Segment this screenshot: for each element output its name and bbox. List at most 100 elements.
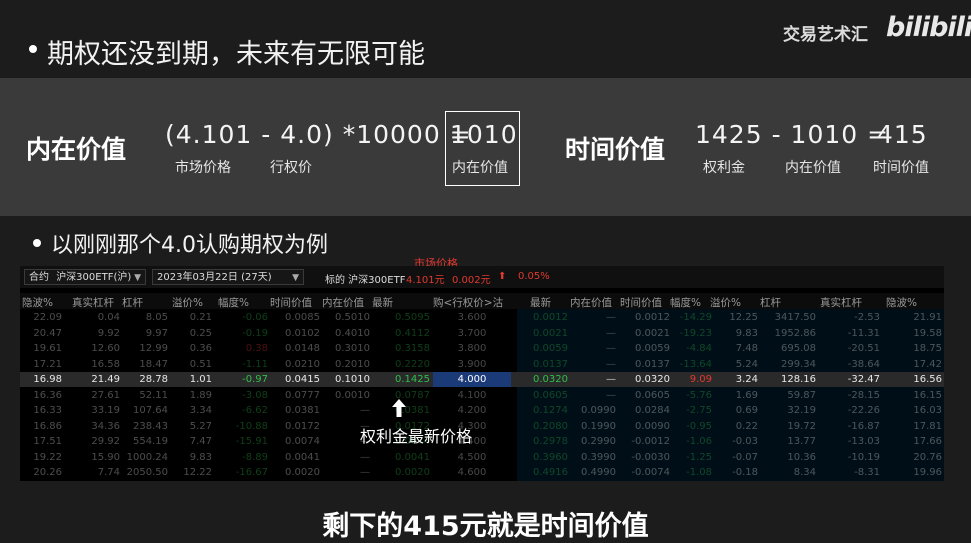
strike-cell: 4.100 (457, 389, 487, 401)
table-cell: -4.84 (686, 343, 712, 354)
table-cell: 19.61 (33, 343, 62, 354)
table-cell: 17.51 (33, 436, 62, 447)
table-cell: 2050.50 (126, 467, 168, 478)
table-cell: 0.5095 (395, 312, 430, 323)
table-cell: — (606, 358, 616, 370)
table-cell: -0.06 (242, 312, 268, 323)
table-cell: 0.0041 (285, 451, 320, 463)
col-header[interactable]: 最新 (530, 295, 551, 310)
col-header[interactable]: 幅度% (670, 295, 701, 310)
table-cell: -14.29 (679, 312, 712, 323)
heading-1: 期权还没到期，未来有无限可能 (47, 39, 425, 70)
col-header[interactable]: 时间价值 (270, 295, 312, 310)
col-header[interactable]: 隐波% (886, 295, 917, 310)
table-cell: — (606, 374, 616, 385)
table-row[interactable]: 16.86 34.36 238.43 5.27 -10.88 0.0172—0.0172 4… (20, 419, 944, 434)
table-cell: 18.47 (139, 358, 168, 370)
col-header[interactable]: 内在价值 (570, 295, 612, 310)
table-row[interactable]: 20.26 7.74 2050.50 12.22 -16.67 0.0020 — 0.0020… (20, 465, 944, 480)
table-cell: 13.77 (787, 436, 816, 447)
table-cell: 16.15 (913, 389, 942, 401)
table-cell: 1000.24 (126, 451, 168, 463)
table-cell: 1.69 (735, 389, 758, 401)
table-cell: -16.67 (235, 467, 268, 478)
table-row[interactable]: 17.21 16.58 18.47 0.51 -1.11 0.0210 0.2010 0.22… (20, 357, 944, 372)
table-cell: 28.78 (139, 374, 168, 385)
table-cell: 107.64 (133, 405, 168, 416)
col-header[interactable]: 内在价值 (322, 295, 364, 310)
table-row[interactable]: 19.22 15.90 1000.24 9.83 -8.89 0.0041 — 0.0041 4… (20, 450, 944, 465)
table-cell: -0.07 (732, 451, 758, 463)
table-cell: 0.0090 (635, 420, 670, 432)
table-cell: 0.1010 (335, 374, 370, 385)
col-header[interactable]: 最新 (372, 295, 393, 310)
table-cell: 0.69 (735, 405, 758, 416)
label-premium: 权利金 (703, 160, 745, 176)
table-cell: 0.1990 (581, 420, 616, 432)
table-cell: 0.4916 (533, 467, 568, 478)
table-cell: -0.0074 (631, 467, 670, 478)
bullet-1 (29, 45, 37, 53)
underlying-pct: 0.05% (518, 271, 550, 282)
expiry-select[interactable]: 2023年03月22日 (27天) ▼ (152, 269, 304, 285)
strike-cell: 3.800 (457, 343, 487, 354)
subtitle-caption: 剩下的415元就是时间价值 (322, 511, 649, 542)
table-row[interactable]: 16.36 27.61 52.11 1.89 -3.08 0.0777 0.0010 0.07… (20, 388, 944, 403)
table-cell: 0.0284 (635, 405, 670, 416)
table-cell: 1952.86 (774, 327, 816, 339)
table-row[interactable]: 16.98 21.49 28.78 1.01 -0.97 0.0415 0.1010 0.14… (20, 372, 944, 388)
col-header[interactable]: 真实杠杆 (72, 295, 114, 310)
table-cell: 0.0605 (635, 389, 670, 401)
contract-prefix: 合约 (29, 272, 49, 283)
table-cell: 554.19 (133, 436, 168, 447)
table-cell: 7.74 (97, 467, 120, 478)
table-cell: 0.36 (189, 343, 212, 354)
col-header[interactable]: 幅度% (218, 295, 249, 310)
table-cell: 16.36 (33, 389, 62, 401)
col-header[interactable]: 杠杆 (122, 295, 143, 310)
table-row[interactable]: 20.47 9.92 9.97 0.25 -0.19 0.0102 0.4010 0.4112… (20, 326, 944, 341)
table-cell: -8.31 (854, 467, 880, 478)
table-cell: 17.66 (913, 436, 942, 447)
table-cell: 238.43 (133, 420, 168, 432)
strike-cell: 3.700 (457, 327, 487, 339)
table-cell: 0.0990 (581, 405, 616, 416)
table-cell: -0.95 (686, 420, 712, 432)
table-cell: 0.2220 (395, 358, 430, 370)
table-cell: 0.25 (189, 327, 212, 339)
table-row[interactable]: 17.51 29.92 554.19 7.47 -15.91 0.0074—0.0074 4… (20, 434, 944, 449)
table-cell: 15.90 (91, 451, 120, 463)
label-intrinsic-result: 内在价值 (452, 160, 508, 176)
table-row[interactable]: 16.33 33.19 107.64 3.34 -6.62 0.0381—0.0381 4.… (20, 403, 944, 418)
contract-select[interactable]: 合约 沪深300ETF(沪) ▼ (24, 269, 146, 285)
col-header[interactable]: 溢价% (710, 295, 741, 310)
col-header[interactable]: 溢价% (172, 295, 203, 310)
table-cell: 9.83 (735, 327, 758, 339)
table-cell: 8.05 (145, 312, 168, 323)
table-cell: 16.56 (913, 374, 942, 385)
strike-cell: 3.900 (457, 358, 487, 370)
col-header[interactable]: 真实杠杆 (820, 295, 862, 310)
option-chain-panel: 合约 沪深300ETF(沪) ▼ 2023年03月22日 (27天) ▼ 标的 … (20, 266, 944, 481)
table-cell: 0.38 (245, 343, 268, 354)
table-cell: 3417.50 (774, 312, 816, 323)
table-cell: 0.0320 (635, 374, 670, 385)
table-row[interactable]: 19.61 12.60 12.99 0.36 0.38 0.0148 0.3010 0.315… (20, 341, 944, 356)
premium-latest-annotation: 权利金最新价格 (360, 427, 473, 446)
table-cell: 0.0415 (285, 374, 320, 385)
col-header[interactable]: 隐波% (22, 295, 53, 310)
table-cell: -3.08 (242, 389, 268, 401)
table-cell: — (606, 312, 616, 323)
table-row[interactable]: 22.09 0.04 8.05 0.21 -0.06 0.0085 0.5010 0.5095… (20, 310, 944, 325)
expiry-value: 2023年03月22日 (27天) (157, 272, 272, 283)
table-cell: 21.49 (91, 374, 120, 385)
col-header[interactable]: 时间价值 (620, 295, 662, 310)
table-cell: -2.75 (686, 405, 712, 416)
strike-header[interactable]: 购<行权价>沽 (433, 295, 503, 310)
col-header[interactable]: 杠杆 (760, 295, 781, 310)
table-cell: 59.87 (787, 389, 816, 401)
strike-cell: 4.600 (457, 467, 487, 478)
table-header: 隐波% 真实杠杆 杠杆 溢价% 幅度% 时间价值 内在价值 最新 购<行权价>沽 最新 内在价值 时间… (20, 293, 944, 309)
table-cell: — (606, 389, 616, 401)
table-cell: 0.0137 (533, 358, 568, 370)
